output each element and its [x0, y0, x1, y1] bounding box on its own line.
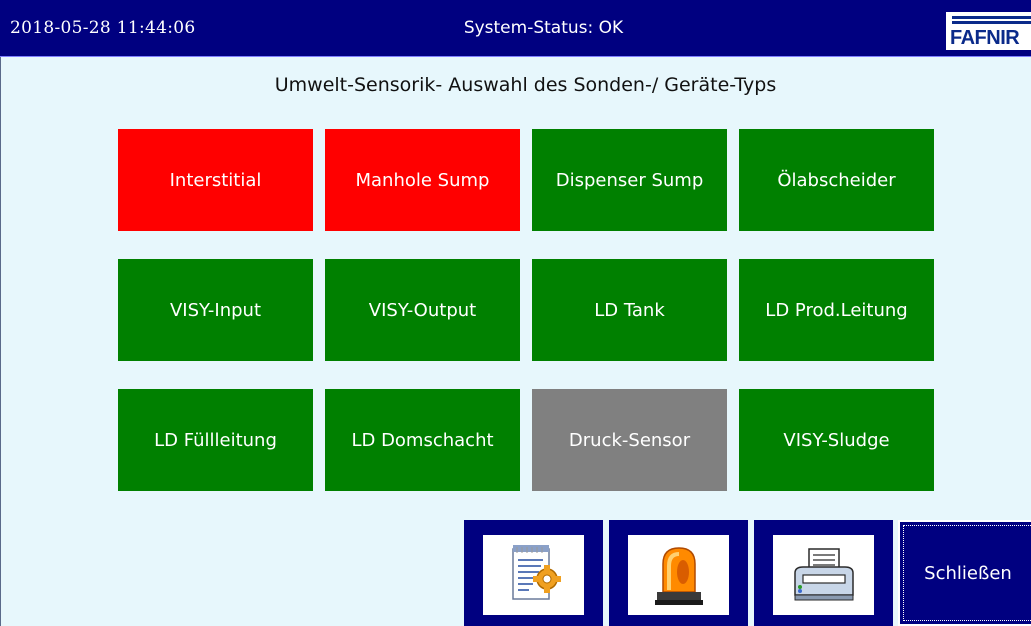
alarm-beacon-icon [654, 547, 703, 605]
tile-visy-sludge[interactable]: VISY-Sludge [739, 389, 934, 491]
tile-druck-sensor[interactable]: Druck-Sensor [532, 389, 727, 491]
tile-oelabscheider[interactable]: Ölabscheider [739, 129, 934, 231]
tile-label: Manhole Sump [355, 169, 490, 191]
tile-manhole-sump[interactable]: Manhole Sump [325, 129, 520, 231]
tile-label: VISY-Sludge [783, 429, 890, 451]
page-title: Umwelt-Sensorik- Auswahl des Sonden-/ Ge… [274, 74, 777, 96]
fafnir-logo: FAFNIR [946, 12, 1031, 50]
notes-button[interactable] [464, 520, 603, 626]
tile-ld-tank[interactable]: LD Tank [532, 259, 727, 361]
tile-label: Ölabscheider [777, 169, 896, 191]
close-button[interactable]: Schließen [898, 520, 1031, 626]
tile-interstitial[interactable]: Interstitial [118, 129, 313, 231]
tile-label: Druck-Sensor [568, 429, 691, 451]
tile-visy-output[interactable]: VISY-Output [325, 259, 520, 361]
tile-ld-prod-leitung[interactable]: LD Prod.Leitung [739, 259, 934, 361]
tile-label: Interstitial [169, 169, 262, 191]
system-status: System-Status: OK [463, 18, 624, 38]
tile-dispenser-sump[interactable]: Dispenser Sump [532, 129, 727, 231]
logo-text: FAFNIR [950, 27, 1020, 49]
left-border [0, 57, 1, 626]
tile-label: VISY-Output [368, 299, 477, 321]
tile-label: VISY-Input [169, 299, 261, 321]
tile-label: LD Domschacht [351, 429, 494, 451]
tile-label: Dispenser Sump [555, 169, 704, 191]
alarm-button[interactable] [609, 520, 748, 626]
top-bar: 2018-05-28 11:44:06 System-Status: OK FA… [0, 0, 1031, 57]
tile-ld-fuellleitung[interactable]: LD Füllleitung [118, 389, 313, 491]
tile-label: LD Prod.Leitung [765, 299, 908, 321]
tile-label: LD Tank [594, 299, 665, 321]
tile-visy-input[interactable]: VISY-Input [118, 259, 313, 361]
tile-ld-domschacht[interactable]: LD Domschacht [325, 389, 520, 491]
printer-icon [793, 548, 854, 601]
tile-label: LD Füllleitung [154, 429, 277, 451]
notepad-icon [511, 545, 561, 600]
print-button[interactable] [754, 520, 893, 626]
close-label: Schließen [924, 562, 1012, 584]
